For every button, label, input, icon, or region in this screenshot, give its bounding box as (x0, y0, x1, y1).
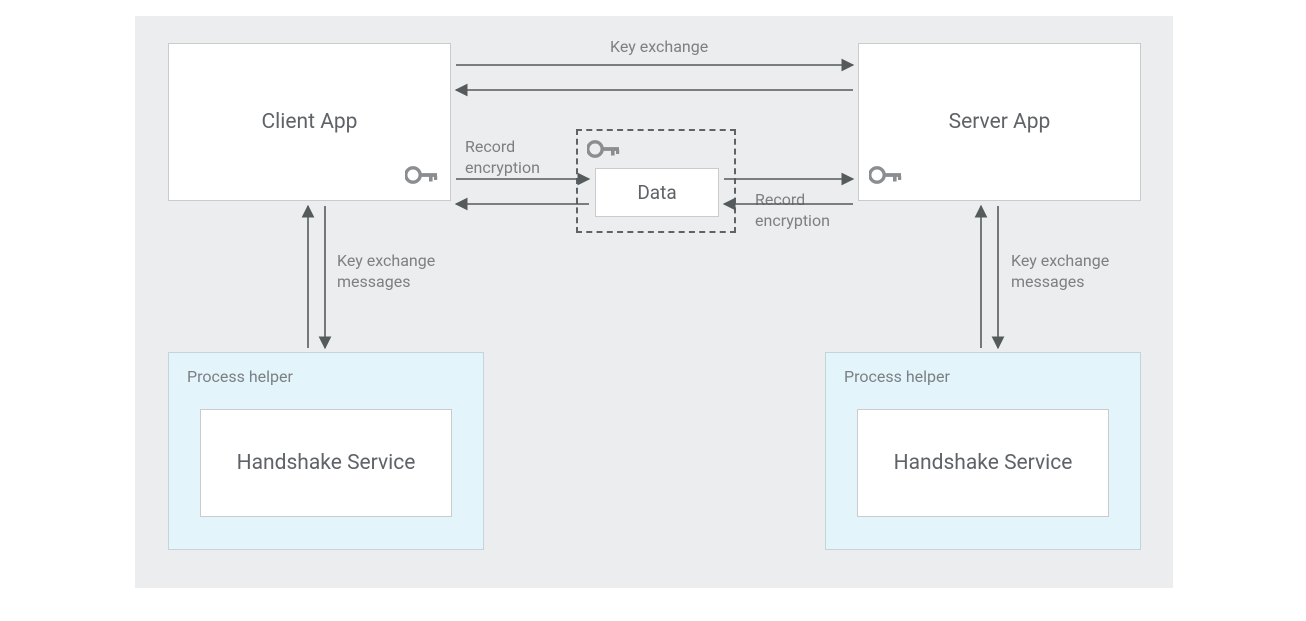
diagram-root: Client App Server App Data Process helpe… (0, 0, 1306, 621)
diagram-panel: Client App Server App Data Process helpe… (135, 16, 1173, 588)
arrows-overlay (135, 16, 1173, 588)
key-icon (405, 166, 439, 184)
key-icon (869, 166, 903, 184)
key-icon (587, 140, 621, 158)
